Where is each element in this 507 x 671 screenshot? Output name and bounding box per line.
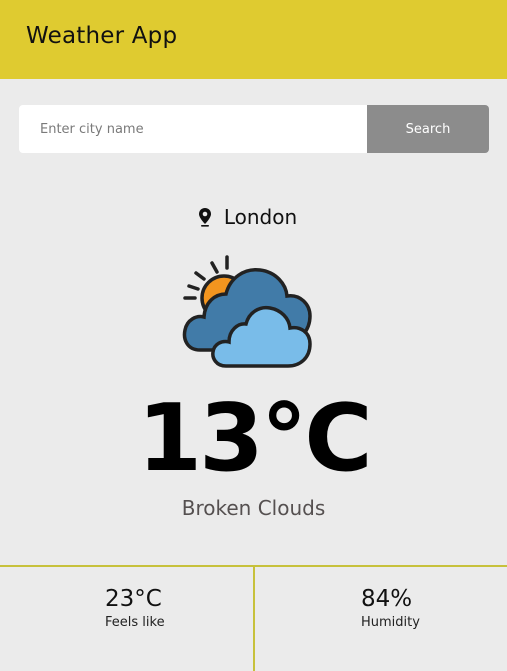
humidity-label: Humidity [361,615,420,630]
app-title: Weather App [26,23,178,49]
stats-divider [253,567,255,671]
weather-stats: 23°C Feels like 84% Humidity [0,565,507,671]
humidity-stat: 84% Humidity [361,584,420,632]
map-pin-icon [198,207,212,227]
app-header: Weather App [0,0,507,79]
humidity-value: 84% [361,586,413,612]
feels-like-label: Feels like [105,615,165,630]
city-name: London [223,205,298,229]
feels-like-stat: 23°C Feels like [105,584,165,632]
temperature-value: 13°C [137,384,372,492]
location-row: London [0,202,507,232]
search-bar: Search [19,105,489,153]
feels-like-value: 23°C [105,586,162,612]
city-search-input[interactable] [19,105,367,153]
weather-description: Broken Clouds [181,496,326,520]
sun-behind-clouds-icon [182,254,322,370]
search-button[interactable]: Search [367,105,489,153]
